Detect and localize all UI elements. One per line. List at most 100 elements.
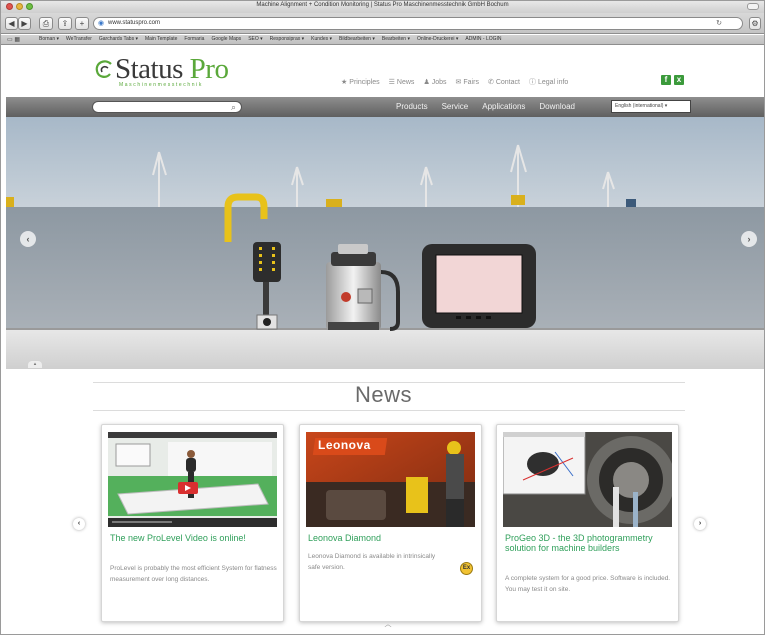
xing-icon[interactable]: x (674, 75, 684, 85)
topnav-item-legal-info[interactable]: ⓘ Legal info (529, 78, 568, 87)
bookmarks-grid-icon[interactable]: ▦ (14, 37, 20, 43)
topnav-fairs-icon: ✉ (455, 79, 462, 86)
bookmark-item[interactable]: Bornan ▾ (39, 36, 59, 43)
topnav-label: Legal info (537, 79, 569, 86)
top-nav: ★ Principles ☰ News ♟ Jobs ✉ Fairs ✆ Contact ⓘ Lega… (341, 78, 568, 87)
language-select[interactable]: English (international) ▾ (611, 100, 691, 113)
atex-ex-badge: Ex (460, 562, 473, 575)
news-card-title[interactable]: The new ProLevel Video is online! (110, 533, 280, 543)
bookmark-item[interactable]: Google Maps (211, 36, 241, 43)
logo-main-text: Status (115, 53, 183, 85)
facebook-icon[interactable]: f (661, 75, 671, 85)
topnav-label: Jobs (431, 79, 447, 86)
logo-swirl-icon (95, 60, 112, 78)
hero-prev-button[interactable]: ‹ (20, 231, 36, 247)
news-card-prolevel[interactable]: The new ProLevel Video is online! ProLev… (101, 424, 284, 622)
url-text: www.statuspro.com (108, 20, 161, 26)
news-next-button[interactable]: › (694, 518, 706, 530)
news-card-text: A complete system for a good price. Soft… (505, 575, 671, 593)
search-input[interactable]: ⌕ (92, 101, 242, 113)
bookmark-item[interactable]: Kundes ▾ (311, 36, 332, 43)
menu-item-service[interactable]: Service (442, 102, 469, 112)
reading-list-icon[interactable]: ▭ (7, 37, 13, 43)
plus-icon: + (79, 19, 85, 28)
progeo-image[interactable] (503, 432, 672, 527)
bookmark-item[interactable]: Main Template (145, 36, 177, 43)
globe-icon: ◉ (98, 20, 105, 27)
forward-button[interactable]: ▶ (18, 17, 31, 30)
news-card-progeo[interactable]: ProGeo 3D - the 3D photogrammetry soluti… (496, 424, 679, 622)
topnav-item-news[interactable]: ☰ News (389, 78, 415, 87)
topnav-legal-info-icon: ⓘ (528, 79, 536, 86)
toolbar-toggle-button[interactable] (747, 3, 759, 10)
topnav-label: Fairs (463, 79, 479, 86)
gear-icon: ⚙ (751, 19, 759, 28)
topnav-item-jobs[interactable]: ♟ Jobs (423, 78, 446, 87)
menu-item-applications[interactable]: Applications (482, 102, 525, 112)
topnav-item-fairs[interactable]: ✉ Fairs (456, 78, 479, 87)
news-card-title[interactable]: Leonova Diamond (308, 533, 478, 543)
logo-pro-text: Pro (189, 53, 229, 85)
topnav-item-contact[interactable]: ✆ Contact (488, 78, 520, 87)
topnav-jobs-icon: ♟ (423, 79, 430, 86)
news-card-title[interactable]: ProGeo 3D - the 3D photogrammetry soluti… (505, 533, 675, 553)
news-card-leonova[interactable]: Leonova Leonova Diamond Leonova Diamond … (299, 424, 482, 622)
bookmark-item[interactable]: WeTransfer (66, 36, 92, 43)
scroll-up-button[interactable]: ︿ (381, 620, 395, 630)
bookmark-item[interactable]: SEO ▾ (248, 36, 262, 43)
news-heading: News (354, 382, 412, 407)
chevron-left-icon: ‹ (77, 520, 81, 527)
url-bar[interactable]: ◉ www.statuspro.com ↻ (93, 17, 743, 30)
bookmark-item[interactable]: Formaria (184, 36, 204, 43)
bookmarks-icons: ▭ ▦ (7, 36, 20, 43)
chevron-right-icon: › (747, 234, 751, 244)
prolevel-video-thumbnail[interactable] (108, 432, 277, 527)
bookmark-item[interactable]: Bildbearbeiten ▾ (339, 36, 375, 43)
print-button[interactable]: ⎙ (39, 17, 53, 30)
bookmark-item[interactable]: Bearbeiten ▾ (382, 36, 410, 43)
video-player-image (108, 432, 277, 527)
topnav-news-icon: ☰ (388, 79, 395, 86)
forward-arrow-icon: ▶ (21, 19, 28, 28)
menu-item-download[interactable]: Download (539, 102, 575, 112)
topnav-principles-icon: ★ (341, 79, 348, 86)
reload-icon[interactable]: ↻ (716, 18, 722, 29)
chevron-up-icon: ︿ (384, 621, 392, 628)
menu-item-products[interactable]: Products (396, 102, 428, 112)
share-icon: ⇪ (61, 19, 69, 28)
bookmark-item[interactable]: Online-Druckerei ▾ (417, 36, 458, 43)
browser-window: Machine Alignment + Condition Monitoring… (0, 0, 765, 635)
leonova-image[interactable]: Leonova (306, 432, 475, 527)
hero-slider: ‹ › ▴ (6, 117, 764, 369)
print-icon: ⎙ (42, 19, 50, 28)
bookmarks-list: Bornan ▾ WeTransfer Garchards Tabs ▾ Main T… (39, 36, 502, 43)
leonova-brand-text: Leonova (318, 438, 371, 452)
logo-subtitle: Maschinenmesstechnik (119, 82, 203, 88)
bookmarks-bar: ▭ ▦ Bornan ▾ WeTransfer Garchards Tabs ▾ Ma… (1, 35, 764, 45)
bookmark-item[interactable]: Garchards Tabs ▾ (99, 36, 138, 43)
settings-button[interactable]: ⚙ (749, 17, 761, 30)
hero-image (6, 117, 764, 369)
news-card-text: Leonova Diamond is available in intrinsi… (308, 553, 436, 571)
topnav-item-principles[interactable]: ★ Principles (341, 78, 380, 87)
window-title: Machine Alignment + Condition Monitoring… (256, 2, 509, 8)
share-button[interactable]: ⇪ (58, 17, 72, 30)
topnav-contact-icon: ✆ (487, 79, 494, 86)
back-button[interactable]: ◀ (5, 17, 18, 30)
add-bookmark-button[interactable]: + (75, 17, 89, 30)
hero-next-button[interactable]: › (741, 231, 757, 247)
news-card-text: ProLevel is probably the most efficient … (110, 565, 277, 583)
bookmark-item[interactable]: Responsiprax ▾ (270, 36, 304, 43)
status-pro-logo[interactable]: Status Pro Maschinenmesstechnik (93, 53, 253, 91)
chevron-right-icon: › (698, 520, 702, 527)
news-divider-bottom (93, 410, 685, 411)
topnav-label: Contact (495, 79, 520, 86)
bookmark-item[interactable]: ADMIN - LOGIN (465, 36, 501, 43)
progeo-photo (503, 432, 672, 527)
chevron-left-icon: ‹ (26, 234, 30, 244)
topnav-label: Principles (349, 79, 380, 86)
main-menu: Products Service Applications Download (396, 102, 575, 112)
news-prev-button[interactable]: ‹ (73, 518, 85, 530)
search-icon[interactable]: ⌕ (231, 101, 236, 113)
hero-pager-tab[interactable]: ▴ (28, 361, 42, 368)
